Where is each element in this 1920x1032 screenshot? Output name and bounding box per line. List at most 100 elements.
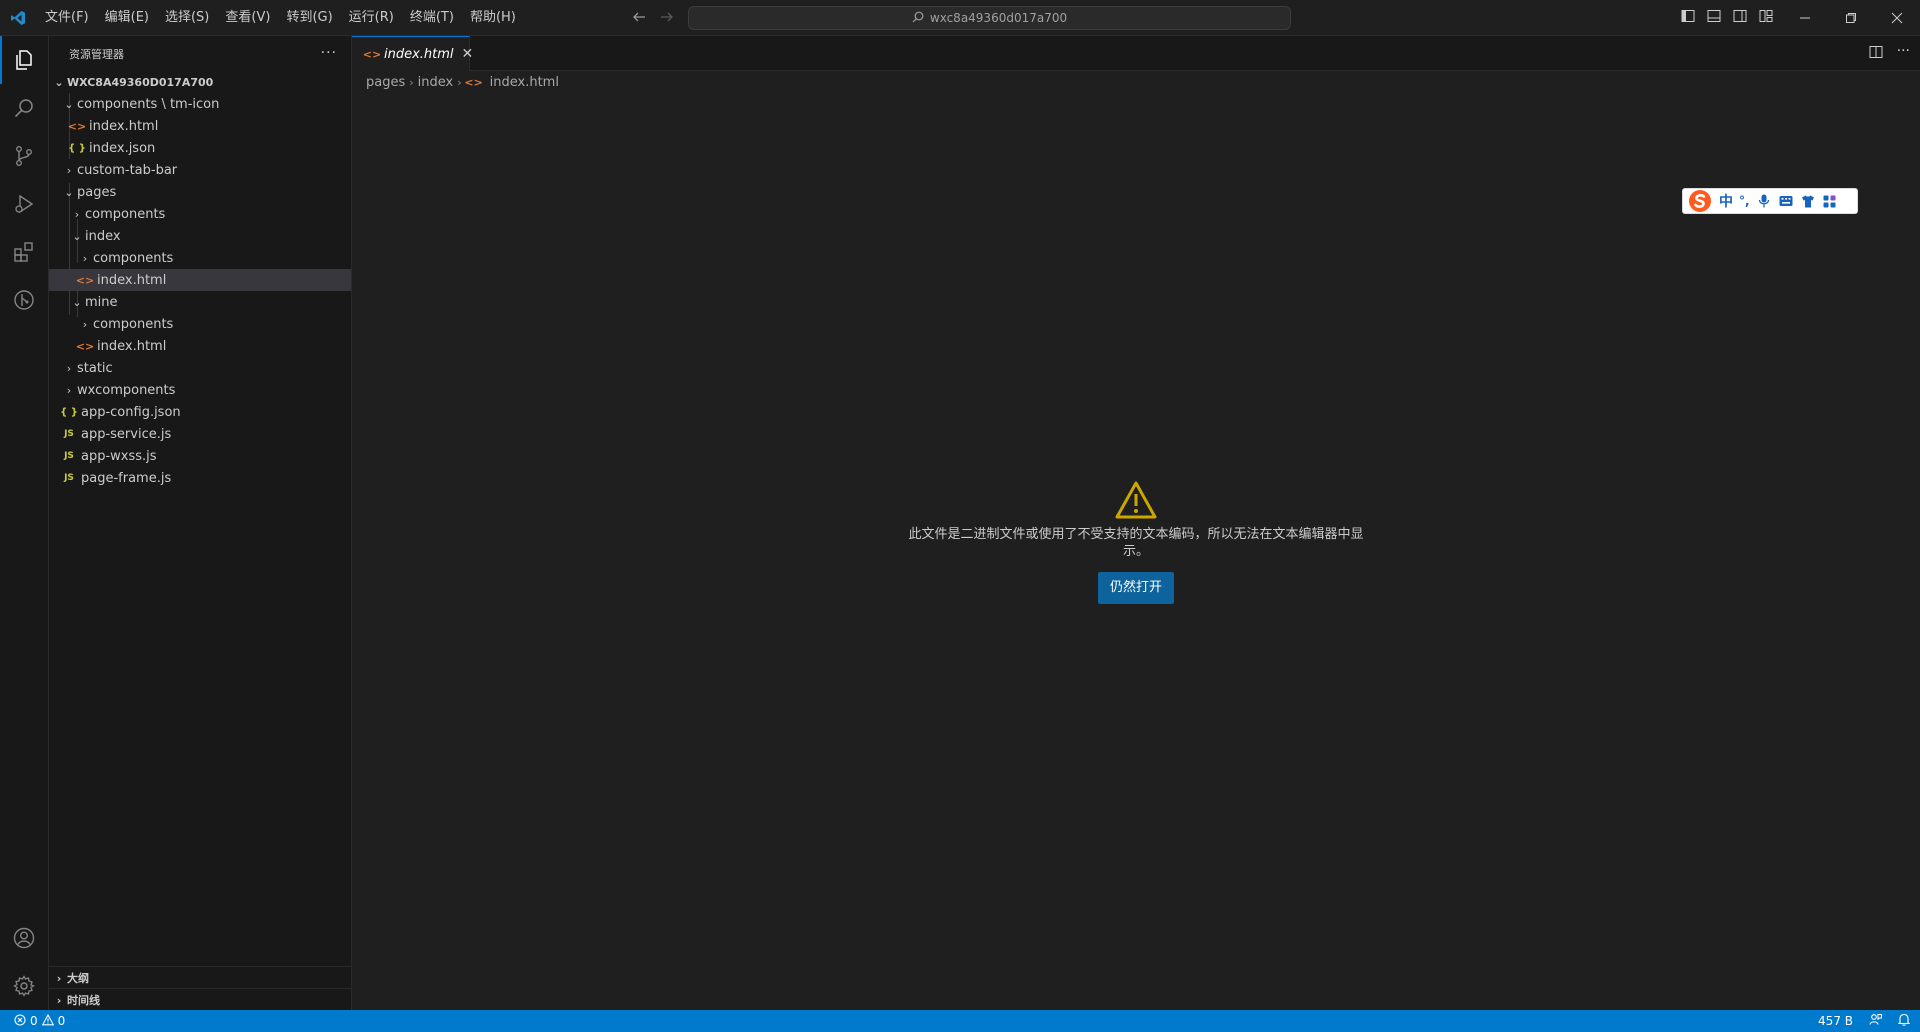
tree-folder-custom-tab-bar[interactable]: › custom-tab-bar — [49, 159, 351, 181]
run-debug-icon[interactable] — [0, 180, 48, 228]
menu-run[interactable]: 运行(R) — [341, 6, 402, 30]
tree-file-tm-icon-index-json[interactable]: { } index.json — [49, 137, 351, 159]
tree-item-label: components — [93, 250, 174, 266]
error-icon — [14, 1013, 26, 1029]
timeline-section-label: 时间线 — [67, 994, 100, 1007]
tree-item-label: index.json — [89, 140, 156, 156]
chevron-down-icon: ⌄ — [64, 185, 74, 199]
menu-bar: 文件(F) 编辑(E) 选择(S) 查看(V) 转到(G) 运行(R) 终端(T… — [37, 6, 524, 30]
toggle-panel-icon[interactable] — [1706, 8, 1722, 24]
tree-folder-wxcomponents[interactable]: › wxcomponents — [49, 379, 351, 401]
status-bar-right: 457 B — [1818, 1010, 1911, 1032]
notifications-bell-icon[interactable] — [1897, 1013, 1911, 1029]
customize-layout-icon[interactable] — [1758, 8, 1774, 24]
extensions-icon[interactable] — [0, 228, 48, 276]
tree-folder-index-components[interactable]: › components — [49, 247, 351, 269]
tree-file-app-config-json[interactable]: { } app-config.json — [49, 401, 351, 423]
error-count: 0 — [30, 1014, 38, 1028]
keyboard-icon[interactable] — [1778, 193, 1794, 209]
outline-section-header[interactable]: › 大纲 — [49, 966, 351, 989]
window-controls — [1782, 0, 1920, 35]
more-actions-icon[interactable]: ··· — [1897, 44, 1910, 63]
tree-folder-pages[interactable]: ⌄ pages — [49, 181, 351, 203]
command-center-search[interactable]: wxc8a49360d017a700 — [688, 6, 1291, 30]
tree-folder-mine[interactable]: ⌄ mine — [49, 291, 351, 313]
tree-item-label: page-frame.js — [81, 470, 172, 486]
toolbox-grid-icon[interactable] — [1822, 193, 1838, 209]
sogou-logo-icon[interactable] — [1687, 188, 1713, 214]
title-bar: 文件(F) 编辑(E) 选择(S) 查看(V) 转到(G) 运行(R) 终端(T… — [0, 0, 1920, 36]
git-graph-icon[interactable] — [0, 276, 48, 324]
tree-item-label: custom-tab-bar — [77, 162, 178, 178]
chevron-right-icon: › — [66, 163, 72, 177]
tree-file-app-wxss-js[interactable]: JS app-wxss.js — [49, 445, 351, 467]
warning-icon — [352, 480, 1920, 520]
menu-terminal[interactable]: 终端(T) — [402, 6, 462, 30]
explorer-header: 资源管理器 ··· — [49, 36, 351, 71]
source-control-icon[interactable] — [0, 132, 48, 180]
tree-folder-pages-components[interactable]: › components — [49, 203, 351, 225]
more-actions-icon[interactable]: ··· — [321, 45, 337, 61]
settings-icon[interactable] — [0, 962, 48, 1010]
file-size[interactable]: 457 B — [1818, 1014, 1853, 1028]
html-file-icon: <> — [67, 119, 87, 133]
binary-file-notice: 此文件是二进制文件或使用了不受支持的文本编码，所以无法在文本编辑器中显示。 仍然… — [352, 480, 1920, 604]
timeline-section-header[interactable]: › 时间线 — [49, 988, 351, 1011]
ime-mode-label[interactable]: 中 — [1719, 191, 1733, 211]
toggle-primary-sidebar-icon[interactable] — [1680, 8, 1696, 24]
menu-help[interactable]: 帮助(H) — [462, 6, 524, 30]
tree-item-label: app-service.js — [81, 426, 172, 442]
tree-file-index-index-html[interactable]: <> index.html — [49, 269, 351, 291]
breadcrumb-item[interactable]: index — [418, 75, 454, 90]
skin-shirt-icon[interactable] — [1800, 193, 1816, 209]
close-tab-icon[interactable]: ✕ — [462, 46, 474, 62]
chevron-right-icon: › — [56, 993, 62, 1007]
tree-folder-components-tm-icon[interactable]: ⌄ components \ tm-icon — [49, 93, 351, 115]
close-window-icon[interactable] — [1874, 0, 1920, 35]
explorer-icon[interactable] — [0, 36, 48, 84]
js-file-icon: JS — [64, 429, 74, 439]
search-icon — [912, 11, 924, 26]
open-anyway-button[interactable]: 仍然打开 — [1097, 572, 1174, 604]
tree-root-label: WXC8A49360D017A700 — [67, 75, 214, 89]
command-center-label: wxc8a49360d017a700 — [929, 11, 1068, 25]
feedback-icon[interactable] — [1869, 1013, 1882, 1029]
back-arrow-icon[interactable] — [630, 8, 648, 26]
html-file-icon: <> — [464, 75, 483, 89]
binary-file-message: 此文件是二进制文件或使用了不受支持的文本编码，所以无法在文本编辑器中显示。 — [908, 527, 1364, 559]
menu-go[interactable]: 转到(G) — [278, 6, 340, 30]
tree-item-label: app-wxss.js — [81, 448, 157, 464]
tree-folder-pages-index[interactable]: ⌄ index — [49, 225, 351, 247]
forward-arrow-icon[interactable] — [658, 8, 676, 26]
ime-punctuation-label[interactable]: °, — [1739, 194, 1750, 208]
tab-bar: <> index.html ✕ ··· — [352, 36, 1920, 71]
tree-folder-static[interactable]: › static — [49, 357, 351, 379]
outline-section-label: 大纲 — [67, 972, 89, 985]
restore-icon[interactable] — [1828, 0, 1874, 35]
search-icon[interactable] — [0, 84, 48, 132]
tree-file-tm-icon-index-html[interactable]: <> index.html — [49, 115, 351, 137]
tab-index-html[interactable]: <> index.html ✕ — [352, 36, 473, 71]
minimize-icon[interactable] — [1782, 0, 1828, 35]
menu-edit[interactable]: 编辑(E) — [97, 6, 157, 30]
toggle-secondary-sidebar-icon[interactable] — [1732, 8, 1748, 24]
chevron-right-icon: › — [457, 75, 462, 89]
json-file-icon: { } — [60, 406, 78, 418]
chevron-down-icon: ⌄ — [72, 229, 82, 243]
split-editor-icon[interactable] — [1869, 45, 1883, 63]
chevron-down-icon: ⌄ — [72, 295, 82, 309]
tree-root-folder[interactable]: ⌄ WXC8A49360D017A700 — [49, 71, 351, 93]
breadcrumb-item[interactable]: index.html — [490, 75, 559, 90]
menu-file[interactable]: 文件(F) — [37, 6, 97, 30]
tree-file-page-frame-js[interactable]: JS page-frame.js — [49, 467, 351, 489]
tree-file-mine-index-html[interactable]: <> index.html — [49, 335, 351, 357]
breadcrumb-item[interactable]: pages — [366, 75, 405, 90]
microphone-icon[interactable] — [1756, 193, 1772, 209]
menu-view[interactable]: 查看(V) — [217, 6, 278, 30]
menu-selection[interactable]: 选择(S) — [157, 6, 217, 30]
tree-file-app-service-js[interactable]: JS app-service.js — [49, 423, 351, 445]
problems-status[interactable]: 0 0 — [0, 1013, 65, 1029]
tree-folder-mine-components[interactable]: › components — [49, 313, 351, 335]
account-icon[interactable] — [0, 914, 48, 962]
html-file-icon: <> — [75, 339, 95, 353]
